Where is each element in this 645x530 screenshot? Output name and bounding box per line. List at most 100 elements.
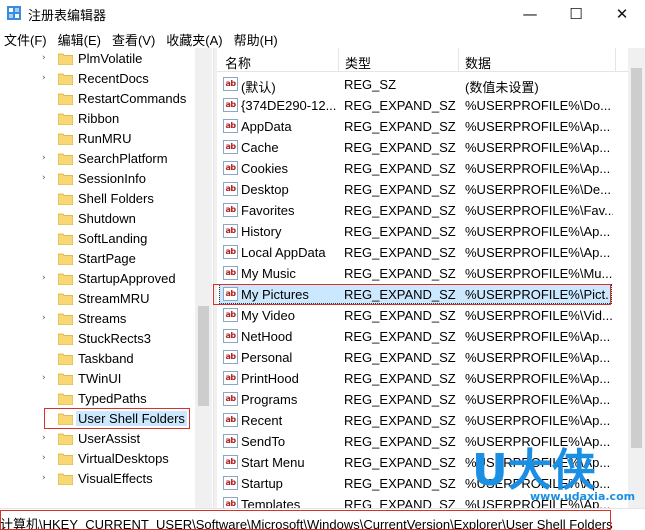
- tree-item-label: UserAssist: [78, 431, 141, 446]
- tree-item[interactable]: StreamMRU: [0, 289, 195, 309]
- tree-item[interactable]: › UserAssist: [0, 429, 195, 449]
- value-row[interactable]: ab Recent REG_EXPAND_SZ %USERPROFILE%\Ap...: [217, 410, 627, 431]
- tree-item[interactable]: › Streams: [0, 309, 195, 329]
- column-data-header[interactable]: 数据: [465, 53, 491, 72]
- chevron-right-icon[interactable]: ›: [42, 313, 46, 323]
- chevron-right-icon[interactable]: ›: [42, 73, 46, 83]
- value-row[interactable]: ab Programs REG_EXPAND_SZ %USERPROFILE%\Ap.…: [217, 389, 627, 410]
- value-row[interactable]: ab PrintHood REG_EXPAND_SZ %USERPROFILE%\Ap…: [217, 368, 627, 389]
- menu-edit[interactable]: 编辑(E): [54, 28, 108, 48]
- chevron-right-icon[interactable]: ›: [42, 453, 46, 463]
- tree-item[interactable]: › StartupApproved: [0, 269, 195, 289]
- value-name: My Music: [241, 266, 296, 281]
- value-row[interactable]: ab AppData REG_EXPAND_SZ %USERPROFILE%\Ap..…: [217, 116, 627, 137]
- menu-favorites[interactable]: 收藏夹(A): [162, 28, 229, 48]
- tree-item[interactable]: StartPage: [0, 249, 195, 269]
- tree-item[interactable]: TypedPaths: [0, 389, 195, 409]
- folder-icon: [58, 313, 73, 325]
- tree-scroll-thumb[interactable]: [198, 306, 209, 406]
- tree-item[interactable]: SoftLanding: [0, 229, 195, 249]
- value-row[interactable]: ab Favorites REG_EXPAND_SZ %USERPROFILE%\Fa…: [217, 200, 627, 221]
- chevron-right-icon[interactable]: ›: [42, 153, 46, 163]
- tree-item[interactable]: Taskband: [0, 349, 195, 369]
- column-divider[interactable]: [615, 48, 616, 72]
- value-row[interactable]: ab Personal REG_EXPAND_SZ %USERPROFILE%\Ap.…: [217, 347, 627, 368]
- menu-file[interactable]: 文件(F): [0, 28, 54, 48]
- value-type: REG_EXPAND_SZ: [344, 203, 456, 218]
- tree-item[interactable]: › SearchPlatform: [0, 149, 195, 169]
- tree-item-label: VirtualDesktops: [78, 451, 169, 466]
- value-name: Start Menu: [241, 455, 305, 470]
- tree-item-label: StreamMRU: [78, 291, 150, 306]
- string-value-icon: ab: [223, 329, 238, 343]
- tree-item[interactable]: › RecentDocs: [0, 69, 195, 89]
- watermark-brand: 大侠: [507, 445, 596, 496]
- value-name: (默认): [241, 80, 276, 95]
- string-value-icon: ab: [223, 98, 238, 112]
- tree-item[interactable]: › TWinUI: [0, 369, 195, 389]
- column-name-header[interactable]: 名称: [225, 53, 251, 72]
- list-scroll-thumb[interactable]: [631, 68, 642, 448]
- chevron-right-icon[interactable]: ›: [42, 473, 46, 483]
- tree-item-label: Ribbon: [78, 111, 120, 126]
- column-type-header[interactable]: 类型: [345, 53, 371, 72]
- maximize-button[interactable]: ☐: [553, 0, 599, 28]
- value-row[interactable]: ab NetHood REG_EXPAND_SZ %USERPROFILE%\Ap..…: [217, 326, 627, 347]
- value-data: %USERPROFILE%\De...: [465, 182, 611, 197]
- chevron-right-icon[interactable]: ›: [42, 53, 46, 63]
- tree-item[interactable]: RestartCommands: [0, 89, 195, 109]
- value-row[interactable]: ab Desktop REG_EXPAND_SZ %USERPROFILE%\De..…: [217, 179, 627, 200]
- string-value-icon: ab: [223, 182, 238, 196]
- menu-bar: 文件(F) 编辑(E) 查看(V) 收藏夹(A) 帮助(H): [0, 28, 645, 48]
- tree-item[interactable]: › VisualEffects: [0, 469, 195, 489]
- value-row[interactable]: ab History REG_EXPAND_SZ %USERPROFILE%\Ap..…: [217, 221, 627, 242]
- tree-item-label: TypedPaths: [78, 391, 147, 406]
- list-scrollbar[interactable]: [628, 48, 645, 508]
- folder-icon: [58, 473, 73, 485]
- tree-item[interactable]: › SessionInfo: [0, 169, 195, 189]
- string-value-icon: ab: [223, 434, 238, 448]
- value-row[interactable]: ab My Video REG_EXPAND_SZ %USERPROFILE%\Vid…: [217, 305, 627, 326]
- tree-item[interactable]: Ribbon: [0, 109, 195, 129]
- chevron-right-icon[interactable]: ›: [42, 433, 46, 443]
- chevron-right-icon[interactable]: ›: [42, 273, 46, 283]
- folder-icon: [58, 173, 73, 185]
- value-name: Cache: [241, 140, 279, 155]
- tree-item[interactable]: › PlmVolatile: [0, 49, 195, 69]
- tree-item[interactable]: RunMRU: [0, 129, 195, 149]
- value-row[interactable]: ab (默认) REG_SZ (数值未设置): [217, 74, 627, 95]
- value-row[interactable]: ab {374DE290-12... REG_EXPAND_SZ %USERPROFI…: [217, 95, 627, 116]
- minimize-button[interactable]: —: [507, 0, 553, 28]
- menu-view[interactable]: 查看(V): [108, 28, 162, 48]
- key-tree[interactable]: › PlmVolatile › RecentDocs RestartCommands Ri…: [0, 48, 213, 508]
- tree-scrollbar[interactable]: [195, 48, 212, 508]
- tree-item-label: SoftLanding: [78, 231, 148, 246]
- column-divider[interactable]: [458, 48, 459, 72]
- folder-icon: [58, 193, 73, 205]
- tree-item[interactable]: › VirtualDesktops: [0, 449, 195, 469]
- value-row[interactable]: ab Cache REG_EXPAND_SZ %USERPROFILE%\Ap...: [217, 137, 627, 158]
- value-row[interactable]: ab Cookies REG_EXPAND_SZ %USERPROFILE%\Ap..…: [217, 158, 627, 179]
- title-bar[interactable]: 注册表编辑器 — ☐ ✕: [0, 0, 645, 28]
- menu-help[interactable]: 帮助(H): [230, 28, 285, 48]
- string-value-icon: ab: [223, 455, 238, 469]
- string-value-icon: ab: [223, 77, 238, 91]
- value-data: %USERPROFILE%\Ap...: [465, 371, 611, 386]
- tree-item-label: RunMRU: [78, 131, 132, 146]
- column-divider[interactable]: [338, 48, 339, 72]
- tree-item-label: VisualEffects: [78, 471, 153, 486]
- value-data: %USERPROFILE%\Vid...: [465, 308, 613, 323]
- value-list[interactable]: 名称 类型 数据 ab (默认) REG_SZ (数值未设置) ab {374DE290-…: [217, 48, 645, 508]
- string-value-icon: ab: [223, 413, 238, 427]
- tree-item[interactable]: Shell Folders: [0, 189, 195, 209]
- value-type: REG_EXPAND_SZ: [344, 266, 456, 281]
- value-row[interactable]: ab My Music REG_EXPAND_SZ %USERPROFILE%\Mu.…: [217, 263, 627, 284]
- tree-item[interactable]: StuckRects3: [0, 329, 195, 349]
- folder-icon: [58, 453, 73, 465]
- tree-item[interactable]: Shutdown: [0, 209, 195, 229]
- value-data: %USERPROFILE%\Ap...: [465, 224, 611, 239]
- close-button[interactable]: ✕: [599, 0, 645, 28]
- value-row[interactable]: ab Local AppData REG_EXPAND_SZ %USERPROFILE…: [217, 242, 627, 263]
- chevron-right-icon[interactable]: ›: [42, 173, 46, 183]
- chevron-right-icon[interactable]: ›: [42, 373, 46, 383]
